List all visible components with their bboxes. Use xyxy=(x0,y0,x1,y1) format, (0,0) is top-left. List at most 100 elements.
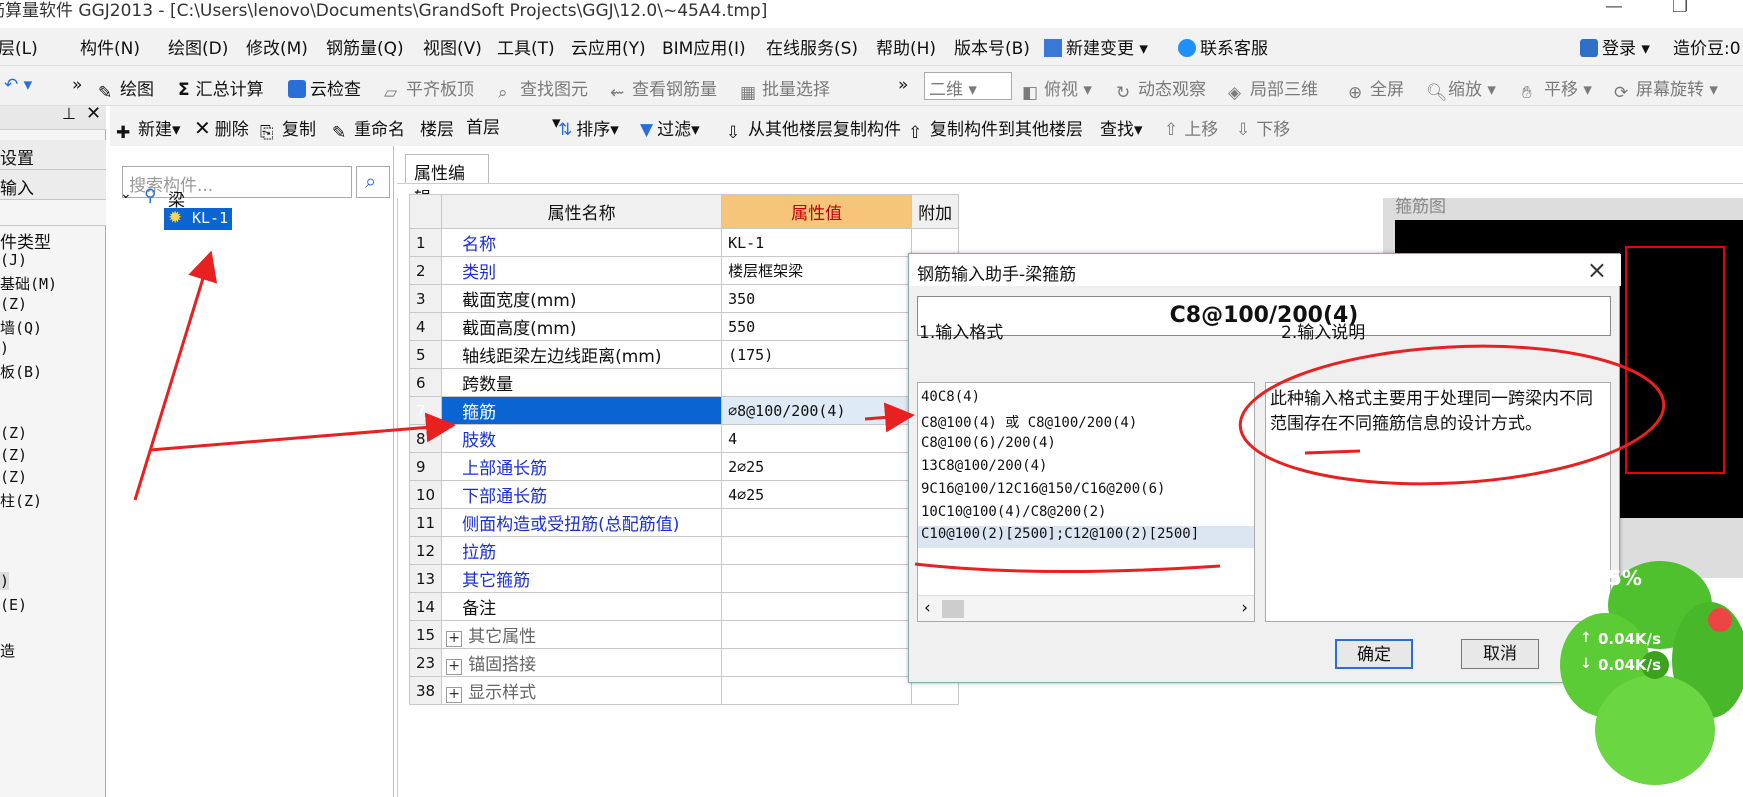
expand-icon[interactable]: + xyxy=(446,659,463,675)
expand-icon[interactable]: + xyxy=(446,631,463,647)
format-list[interactable]: 40C8(4) C8@100(4) 或 C8@100/200(4) C8@100… xyxy=(917,382,1255,622)
property-value[interactable]: ⌀8@100/200(4) xyxy=(721,396,913,425)
property-value[interactable] xyxy=(721,508,913,537)
nav-section-settings[interactable]: 设置 xyxy=(0,140,106,170)
rename-button[interactable]: ✎ 重命名 xyxy=(332,115,405,143)
menu-item-draw[interactable]: 绘图(D) xyxy=(168,34,228,59)
property-row[interactable]: 6 跨数量 xyxy=(408,368,960,397)
property-name[interactable]: 备注 xyxy=(441,592,723,621)
property-name[interactable]: 其它箍筋 xyxy=(441,564,723,593)
format-item-selected[interactable]: C10@100(2)[2500];C12@100(2)[2500] xyxy=(918,526,1254,548)
nav-item[interactable]: ) xyxy=(0,339,9,357)
format-item[interactable]: 9C16@100/12C16@150/C16@200(6) xyxy=(921,481,1165,497)
nav-item[interactable]: 造 xyxy=(0,640,15,661)
view-rebar-button[interactable]: ⇜ 查看钢筋量 xyxy=(610,75,717,103)
tree-item-kl1[interactable]: ✹ KL-1 xyxy=(164,208,232,230)
property-name[interactable]: 名称 xyxy=(441,228,723,257)
filter-button[interactable]: ▼ 过滤▾ xyxy=(640,115,700,140)
format-item[interactable]: 10C10@100(4)/C8@200(2) xyxy=(921,504,1106,520)
menu-item-tools[interactable]: 工具(T) xyxy=(497,34,555,59)
property-value[interactable]: KL-1 xyxy=(721,228,913,257)
property-name[interactable]: + 显示样式 xyxy=(441,676,723,705)
property-row[interactable]: 10 下部通长筋 4⌀25 xyxy=(408,480,960,509)
format-item[interactable]: C8@100(4) 或 C8@100/200(4) xyxy=(921,412,1137,432)
property-row[interactable]: 38 + 显示样式 xyxy=(408,676,960,705)
delete-button[interactable]: ✕ 删除 xyxy=(194,115,249,140)
move-up-button[interactable]: ⇧ 上移 xyxy=(1164,115,1218,140)
property-name[interactable]: 箍筋 xyxy=(441,396,723,425)
property-row[interactable]: 5 轴线距梁左边线距离(mm) (175) xyxy=(408,340,960,369)
scroll-thumb[interactable] xyxy=(942,600,964,618)
find-button[interactable]: 查找▾ xyxy=(1100,115,1143,140)
view-mode-select[interactable]: 二维 ▾ xyxy=(924,72,1012,100)
minimize-icon[interactable]: — xyxy=(1605,0,1623,17)
close-icon[interactable]: × xyxy=(1587,256,1607,284)
property-row[interactable]: 9 上部通长筋 2⌀25 xyxy=(408,452,960,481)
menu-item-floor[interactable]: 层(L) xyxy=(0,34,38,59)
draw-button[interactable]: ✎ 绘图 xyxy=(98,75,154,103)
nav-item[interactable]: 基础(M) xyxy=(0,273,57,294)
tab-property-edit[interactable]: 属性编辑 xyxy=(405,154,489,209)
menu-item-bim[interactable]: BIM应用(I) xyxy=(662,34,746,59)
ok-button[interactable]: 确定 xyxy=(1335,639,1413,669)
menu-item-contact[interactable]: 联系客服 xyxy=(1178,34,1268,59)
nav-item[interactable]: (Z) xyxy=(0,424,27,442)
property-row[interactable]: 4 截面高度(mm) 550 xyxy=(408,312,960,341)
nav-item[interactable]: 柱(Z) xyxy=(0,490,42,511)
local-3d-button[interactable]: ◈ 局部三维 xyxy=(1228,75,1318,103)
property-value[interactable]: 350 xyxy=(721,284,913,313)
nav-item[interactable]: 板(B) xyxy=(0,361,42,382)
property-value[interactable]: 4 xyxy=(721,424,913,453)
menu-item-view[interactable]: 视图(V) xyxy=(423,34,482,59)
property-value[interactable]: 4⌀25 xyxy=(721,480,913,509)
dynamic-view-button[interactable]: ↻ 动态观察 xyxy=(1116,75,1206,103)
menu-item-cloud[interactable]: 云应用(Y) xyxy=(571,34,646,59)
property-row[interactable]: 2 类别 楼层框架梁 xyxy=(408,256,960,285)
nav-item[interactable]: (Z) xyxy=(0,295,27,313)
formula-field[interactable]: C8@100/200(4) xyxy=(917,296,1611,336)
property-value[interactable] xyxy=(721,648,913,677)
property-row[interactable]: 7 箍筋 ⌀8@100/200(4) xyxy=(408,396,960,425)
search-input[interactable]: 搜索构件... xyxy=(122,166,352,198)
zoom-button[interactable]: 🔍︎缩放 ▾ xyxy=(1426,75,1496,103)
property-row[interactable]: 15 + 其它属性 xyxy=(408,620,960,649)
new-button[interactable]: ✚ 新建▾ xyxy=(116,115,181,143)
property-name[interactable]: + 锚固搭接 xyxy=(441,648,723,677)
format-item[interactable]: 13C8@100/200(4) xyxy=(921,458,1047,474)
nav-item[interactable]: 墙(Q) xyxy=(0,317,42,338)
copy-button[interactable]: ⎘ 复制 xyxy=(260,115,316,143)
rotate-button[interactable]: ⟳ 屏幕旋转 ▾ xyxy=(1614,75,1718,103)
format-item[interactable]: 40C8(4) xyxy=(921,389,980,405)
property-row[interactable]: 8 肢数 4 xyxy=(408,424,960,453)
nav-item-selected[interactable]: ) xyxy=(0,572,10,590)
property-value[interactable] xyxy=(721,536,913,565)
fullscreen-button[interactable]: ⊕ 全屏 xyxy=(1348,75,1404,103)
menu-item-online[interactable]: 在线服务(S) xyxy=(766,34,858,59)
nav-item[interactable]: (E) xyxy=(0,596,27,614)
property-row[interactable]: 12 拉筋 xyxy=(408,536,960,565)
scroll-left-icon[interactable]: ‹ xyxy=(924,598,931,618)
copy-from-floor-button[interactable]: ⇩ 从其他楼层复制构件 xyxy=(726,115,901,143)
nav-item[interactable]: (J) xyxy=(0,251,27,269)
menu-item-component[interactable]: 构件(N) xyxy=(80,34,140,59)
property-name[interactable]: 肢数 xyxy=(441,424,723,453)
align-top-button[interactable]: ▱ 平齐板顶 xyxy=(384,75,474,103)
format-item[interactable]: C8@100(6)/200(4) xyxy=(921,435,1056,451)
property-row[interactable]: 1 名称 KL-1 xyxy=(408,228,960,257)
network-monitor-widget[interactable]: 75% ↑ 0.04K/s ↓ 0.04K/s xyxy=(1560,560,1743,797)
cancel-button[interactable]: 取消 xyxy=(1461,639,1539,669)
property-value[interactable] xyxy=(721,592,913,621)
menu-item-new-change[interactable]: 新建变更 ▾ xyxy=(1044,34,1148,59)
pan-button[interactable]: ✋︎ 平移 ▾ xyxy=(1522,75,1592,103)
property-name[interactable]: + 其它属性 xyxy=(441,620,723,649)
property-row[interactable]: 14 备注 xyxy=(408,592,960,621)
property-value[interactable]: (175) xyxy=(721,340,913,369)
horizontal-scrollbar[interactable]: ‹ › xyxy=(918,595,1254,621)
copy-to-floor-button[interactable]: ⇧ 复制构件到其他楼层 xyxy=(908,115,1083,143)
sort-button[interactable]: ⇅ 排序▾ xyxy=(558,115,619,140)
property-row[interactable]: 13 其它箍筋 xyxy=(408,564,960,593)
property-value[interactable] xyxy=(721,620,913,649)
property-value[interactable] xyxy=(721,564,913,593)
nav-item[interactable]: (Z) xyxy=(0,446,27,464)
expand-icon[interactable]: + xyxy=(446,687,463,703)
